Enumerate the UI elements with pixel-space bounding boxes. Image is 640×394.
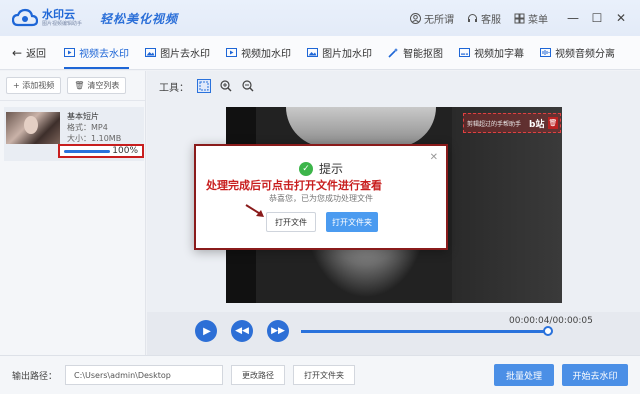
file-name: 基本短片 xyxy=(67,112,99,121)
close-window-button[interactable]: ✕ xyxy=(610,7,632,29)
success-check-icon: ✓ xyxy=(298,161,313,176)
app-name: 水印云 xyxy=(42,8,75,21)
annotation-text: 处理完成后可点击打开文件进行查看 xyxy=(206,179,382,192)
fast-forward-icon: ▶▶ xyxy=(271,326,285,336)
tab-label: 图片去水印 xyxy=(160,49,211,60)
minimize-button[interactable]: — xyxy=(562,7,584,29)
dialog-open-folder-button[interactable]: 打开文件夹 xyxy=(326,212,378,232)
user-icon xyxy=(409,12,421,24)
delete-selection-icon[interactable]: 🗑 xyxy=(548,117,558,129)
clear-list-button[interactable]: 🗑 清空列表 xyxy=(67,77,127,94)
tab-label: 图片加水印 xyxy=(322,49,373,60)
progress-bar xyxy=(64,150,110,153)
annotation-arrow-icon xyxy=(245,204,264,217)
user-menu[interactable]: 无所谓 xyxy=(409,11,454,26)
dialog-title-text: 提示 xyxy=(318,162,343,176)
subtitle-icon xyxy=(459,47,471,58)
feature-nav: ← 返回 视频去水印 图片去水印 视频加水印 图片加水印 智能抠图 视频加字幕 … xyxy=(0,36,640,70)
cloud-logo-icon xyxy=(12,8,38,28)
rewind-icon: ◀◀ xyxy=(235,326,249,336)
dialog-title: ✓ 提示 xyxy=(196,160,446,177)
back-button[interactable]: ← 返回 xyxy=(0,36,56,69)
seek-handle[interactable] xyxy=(542,326,553,336)
batch-process-button[interactable]: 批量处理 xyxy=(494,364,554,386)
trash-icon: 🗑 xyxy=(74,81,85,90)
seek-fill xyxy=(301,330,548,333)
zoom-in-icon[interactable] xyxy=(219,79,233,93)
tab-label: 视频去水印 xyxy=(79,49,130,60)
title-bar: 水印云 图片视频编辑助手 轻松美化视频 无所谓 客服 菜单 — ☐ ✕ xyxy=(0,0,640,36)
grid-menu-icon xyxy=(513,12,525,24)
add-video-button[interactable]: + 添加视频 xyxy=(6,77,62,94)
magic-wand-icon xyxy=(388,47,399,58)
customer-service-button[interactable]: 客服 xyxy=(466,11,501,26)
progress-text: 100% xyxy=(112,146,138,156)
file-format: 格式：MP4 xyxy=(67,123,108,132)
start-remove-watermark-button[interactable]: 开始去水印 xyxy=(562,364,628,386)
video-frame-background xyxy=(452,107,562,303)
maximize-icon: ☐ xyxy=(591,11,603,25)
service-label: 客服 xyxy=(481,14,501,26)
progress-fill xyxy=(64,150,110,153)
app-tagline: 图片视频编辑助手 xyxy=(42,21,83,27)
maximize-button[interactable]: ☐ xyxy=(586,7,608,29)
toolbar: 工具： xyxy=(147,71,640,101)
tab-image-remove-watermark[interactable]: 图片去水印 xyxy=(137,36,218,69)
menu-button[interactable]: 菜单 xyxy=(513,11,548,26)
processing-progress: 100% xyxy=(58,144,144,158)
video-icon xyxy=(226,47,238,58)
output-path-label: 输出路径： xyxy=(12,371,58,382)
menu-label: 菜单 xyxy=(528,14,548,26)
player-controls: ▶ ◀◀ ▶▶ 00:00:04/00:00:05 xyxy=(147,312,640,355)
image-icon xyxy=(145,47,157,58)
watermark-selection-box[interactable]: 剪辑超过的手帮助手 b站 🗑 xyxy=(463,113,561,133)
image-icon xyxy=(307,47,319,58)
video-frame-hat xyxy=(286,107,436,147)
play-icon: ▶ xyxy=(203,325,211,337)
zoom-out-icon[interactable] xyxy=(241,79,255,93)
watermark-text: 剪辑超过的手帮助手 xyxy=(467,120,522,128)
bottom-bar: 输出路径： C:\Users\admin\Desktop 更改路径 打开文件夹 … xyxy=(0,355,640,394)
app-logo: 水印云 图片视频编辑助手 xyxy=(12,8,82,28)
select-area-icon[interactable] xyxy=(197,79,211,93)
tab-video-add-subtitles[interactable]: 视频加字幕 xyxy=(451,36,532,69)
tab-label: 视频加水印 xyxy=(241,49,292,60)
slogan: 轻松美化视频 xyxy=(100,11,179,26)
play-button[interactable]: ▶ xyxy=(195,320,217,342)
open-file-button[interactable]: 打开文件 xyxy=(266,212,316,232)
output-path-field[interactable]: C:\Users\admin\Desktop xyxy=(65,365,224,385)
minimize-icon: — xyxy=(567,11,579,25)
tab-label: 视频音频分离 xyxy=(555,49,616,60)
audio-video-icon xyxy=(540,47,552,58)
tab-label: 视频加字幕 xyxy=(474,49,525,60)
tab-image-add-watermark[interactable]: 图片加水印 xyxy=(299,36,380,69)
file-size: 大小：1.10MB xyxy=(67,134,122,143)
headset-icon xyxy=(466,12,478,24)
tab-video-remove-watermark[interactable]: 视频去水印 xyxy=(56,36,137,69)
video-icon xyxy=(64,47,76,58)
seek-bar[interactable] xyxy=(301,330,553,333)
clear-list-label: 清空列表 xyxy=(87,81,120,90)
tools-label: 工具： xyxy=(159,82,189,94)
close-icon: ✕ xyxy=(615,11,627,25)
dialog-message: 恭喜您，已为您成功处理文件 xyxy=(269,194,373,203)
tab-video-add-watermark[interactable]: 视频加水印 xyxy=(218,36,299,69)
change-path-button[interactable]: 更改路径 xyxy=(231,365,286,385)
tab-smart-cutout[interactable]: 智能抠图 xyxy=(380,36,451,69)
watermark-logo: b站 xyxy=(529,119,545,130)
timecode: 00:00:04/00:00:05 xyxy=(509,316,593,326)
fast-forward-button[interactable]: ▶▶ xyxy=(267,320,289,342)
tab-label: 智能抠图 xyxy=(403,49,444,60)
arrow-left-icon: ← xyxy=(12,45,23,60)
open-folder-button[interactable]: 打开文件夹 xyxy=(293,365,356,385)
file-list-panel: + 添加视频 🗑 清空列表 基本短片 格式：MP4 大小：1.10MB xyxy=(0,71,146,355)
video-thumbnail xyxy=(6,112,60,144)
user-name: 无所谓 xyxy=(424,14,454,26)
rewind-button[interactable]: ◀◀ xyxy=(231,320,253,342)
back-label: 返回 xyxy=(26,49,47,60)
tab-video-audio-separation[interactable]: 视频音频分离 xyxy=(532,36,623,69)
completion-dialog: ✕ ✓ 提示 处理完成后可点击打开文件进行查看 恭喜您，已为您成功处理文件 打开… xyxy=(194,144,448,250)
